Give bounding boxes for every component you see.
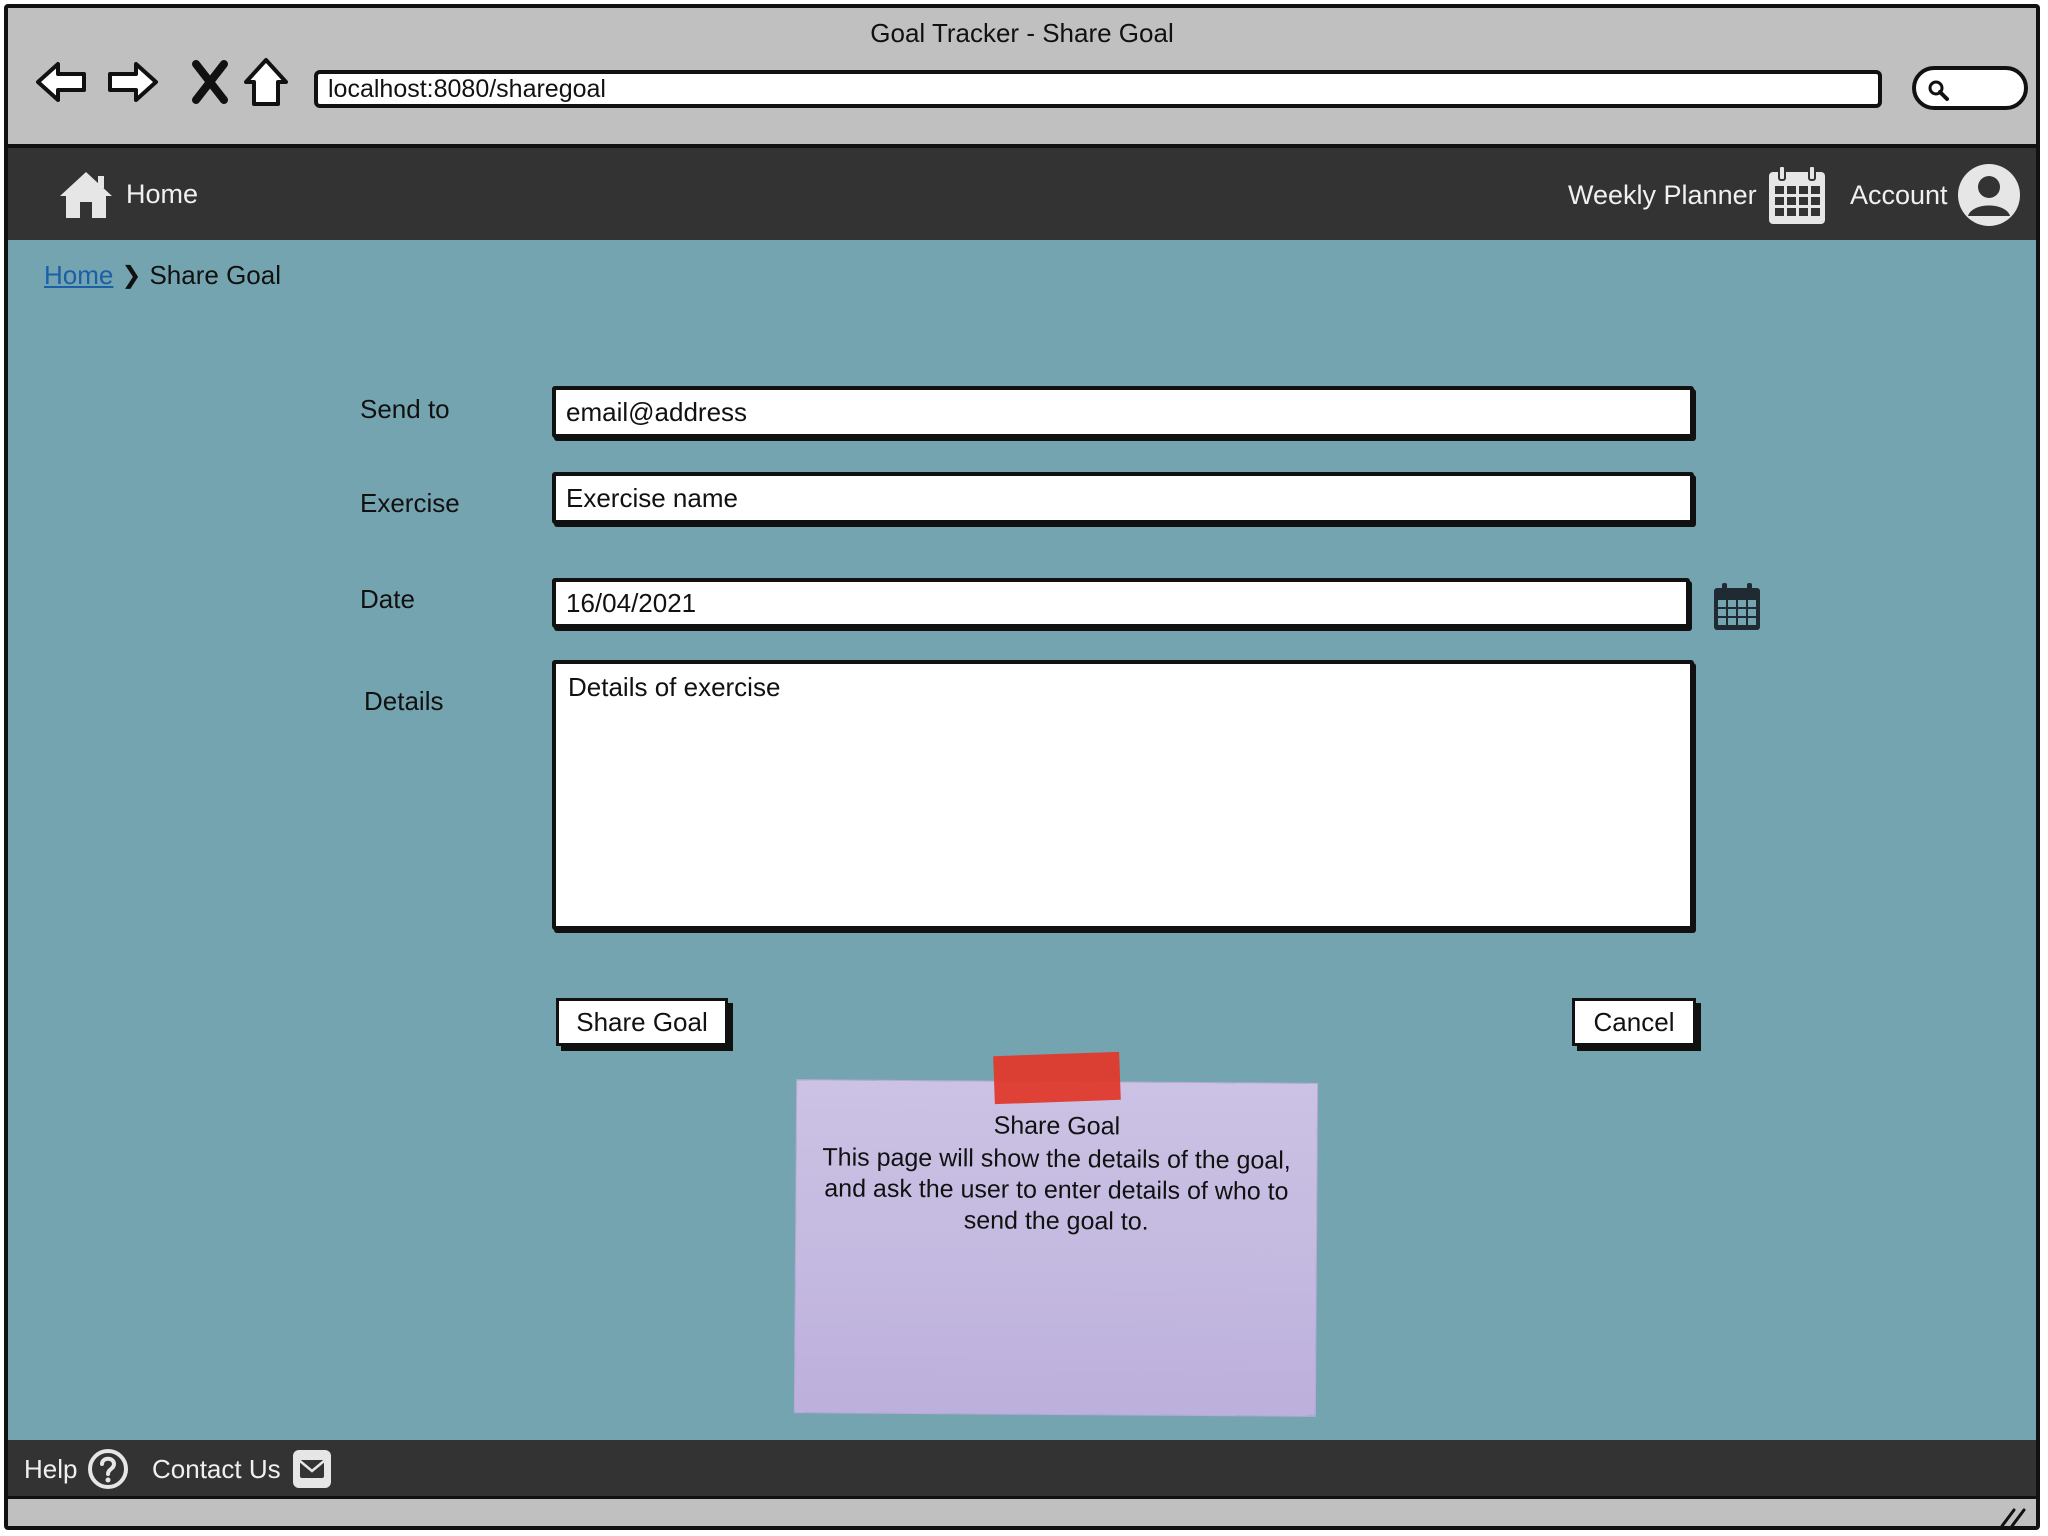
breadcrumb-home-link[interactable]: Home — [44, 260, 113, 291]
exercise-label: Exercise — [360, 488, 460, 518]
search-icon — [1928, 80, 1949, 101]
footer-help-label: Help — [24, 1453, 78, 1484]
envelope-icon — [292, 1450, 331, 1488]
home-icon[interactable] — [238, 54, 294, 110]
breadcrumb: Home ❯ Share Goal — [44, 260, 281, 291]
nav-account-link[interactable]: Account — [1850, 162, 2022, 228]
user-avatar-icon — [1957, 164, 2020, 226]
nav-planner-label: Weekly Planner — [1568, 179, 1757, 210]
share-goal-button[interactable]: Share Goal — [556, 998, 728, 1046]
house-icon — [60, 172, 112, 218]
note-tape — [993, 1051, 1121, 1105]
stop-icon[interactable] — [182, 54, 238, 110]
details-label: Details — [364, 686, 444, 716]
footer-help-link[interactable]: Help — [24, 1448, 129, 1490]
date-input[interactable] — [552, 578, 1690, 628]
status-bar — [8, 1496, 2036, 1528]
chevron-right-icon: ❯ — [121, 262, 142, 289]
annotation-sticky-note: Share Goal This page will show the detai… — [794, 1080, 1318, 1416]
window-title: Goal Tracker - Share Goal — [870, 18, 1174, 48]
calendar-icon — [1768, 165, 1825, 224]
browser-search-field[interactable] — [1912, 66, 2028, 110]
top-navigation-bar: Home Weekly Planner Account — [8, 148, 2036, 240]
footer-bar: Help Contact Us — [8, 1440, 2036, 1496]
date-picker-calendar-icon[interactable] — [1712, 582, 1762, 632]
resize-grip-icon[interactable] — [1998, 1504, 2028, 1528]
footer-contact-label: Contact Us — [152, 1453, 281, 1484]
nav-home-label: Home — [126, 178, 199, 209]
footer-contact-link[interactable]: Contact Us — [152, 1448, 333, 1490]
forward-arrow-icon[interactable] — [104, 54, 160, 110]
breadcrumb-current: Share Goal — [149, 260, 281, 290]
date-label: Date — [360, 584, 415, 614]
help-icon — [88, 1449, 129, 1489]
back-arrow-icon[interactable] — [34, 54, 90, 110]
send-to-label: Send to — [360, 394, 450, 424]
nav-home-link[interactable]: Home — [56, 168, 198, 220]
exercise-input[interactable] — [552, 472, 1694, 524]
send-to-input[interactable] — [552, 386, 1694, 438]
address-bar[interactable]: localhost:8080/sharegoal — [314, 70, 1882, 108]
nav-weekly-planner-link[interactable]: Weekly Planner — [1568, 164, 1827, 226]
browser-chrome: Goal Tracker - Share Goal localhost:8080… — [8, 8, 2036, 148]
note-title: Share Goal — [993, 1111, 1121, 1141]
details-textarea[interactable]: Details of exercise — [552, 660, 1694, 930]
browser-window: Goal Tracker - Share Goal localhost:8080… — [4, 4, 2040, 1530]
nav-account-label: Account — [1850, 179, 1948, 210]
note-body: This page will show the details of the g… — [822, 1143, 1291, 1236]
cancel-button[interactable]: Cancel — [1572, 998, 1696, 1046]
